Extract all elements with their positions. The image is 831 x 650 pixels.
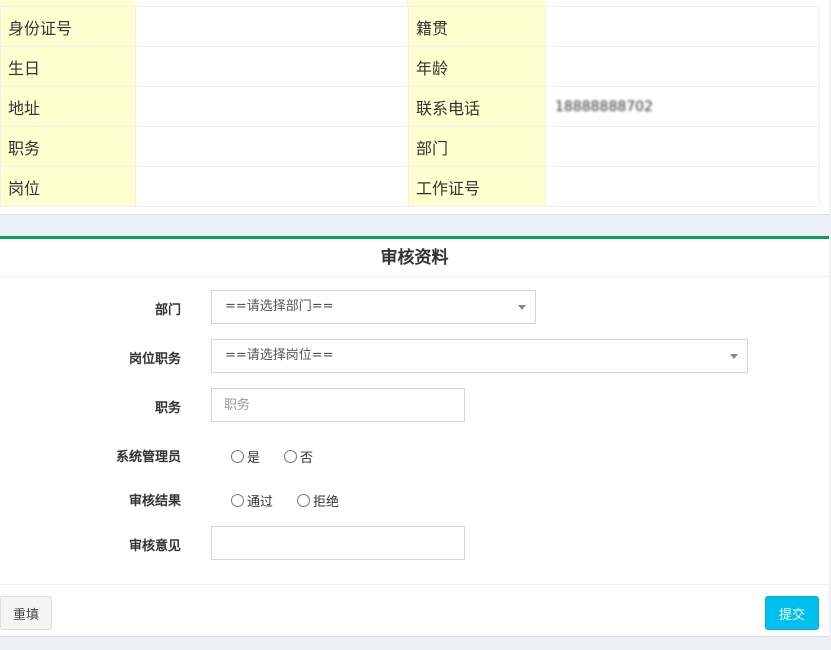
radio-circle-icon[interactable] — [231, 450, 244, 463]
result-label: 审核结果 — [128, 494, 181, 509]
position-select-label: 岗位职务 — [128, 352, 181, 367]
sysadmin-label: 系统管理员 — [115, 450, 181, 465]
result-reject-label: 拒绝 — [313, 495, 340, 510]
age-label: 年龄 — [408, 46, 546, 87]
id-number-value — [135, 6, 409, 47]
phone-value: 18888888702 — [545, 86, 820, 127]
phone-label: 联系电话 — [408, 86, 546, 127]
radio-circle-icon[interactable] — [231, 494, 244, 507]
audit-header: 审核资料 — [0, 239, 829, 277]
opinion-label: 审核意见 — [128, 539, 181, 554]
work-id-label: 工作证号 — [408, 166, 546, 207]
reset-button[interactable]: 重填 — [0, 596, 52, 630]
department-selected-value: ==请选择部门== — [225, 299, 334, 314]
age-value — [545, 46, 820, 87]
phone-number: 18888888702 — [555, 98, 653, 115]
chevron-down-icon — [518, 305, 526, 310]
form-footer-divider — [0, 584, 829, 585]
table-row: 职务 部门 — [0, 126, 820, 167]
post-label: 岗位 — [0, 166, 136, 207]
result-radio-group: 通过 拒绝 — [231, 491, 363, 510]
sysadmin-yes-radio[interactable]: 是 — [231, 447, 260, 466]
sysadmin-no-label: 否 — [300, 451, 314, 466]
work-id-value — [545, 166, 820, 207]
birthday-label: 生日 — [0, 46, 136, 87]
table-row: 生日 年龄 — [0, 46, 820, 87]
department-label: 部门 — [408, 126, 546, 167]
submit-button[interactable]: 提交 — [765, 596, 819, 630]
duty-value — [135, 126, 409, 167]
hometown-label: 籍贯 — [408, 6, 546, 47]
audit-form-card: 审核资料 部门 ==请选择部门== 岗位职务 ==请选择岗位== 职务 系统管理… — [0, 236, 829, 637]
position-select[interactable]: ==请选择岗位== — [211, 339, 748, 373]
opinion-input[interactable] — [211, 526, 465, 560]
hometown-value — [545, 6, 820, 47]
sysadmin-radio-group: 是 否 — [231, 447, 337, 466]
radio-circle-icon[interactable] — [284, 450, 298, 463]
personal-info-card: 身份证号 籍贯 生日 年龄 地址 联系电话 18888888702 职务 部门 — [0, 0, 829, 215]
sysadmin-yes-label: 是 — [247, 451, 261, 466]
table-row: 身份证号 籍贯 — [0, 6, 820, 47]
department-select-label: 部门 — [154, 303, 181, 318]
id-number-label: 身份证号 — [0, 6, 136, 47]
sysadmin-no-radio[interactable]: 否 — [284, 447, 313, 466]
duty-input-label: 职务 — [154, 401, 181, 416]
chevron-down-icon — [730, 354, 738, 359]
position-selected-value: ==请选择岗位== — [225, 348, 334, 363]
address-value — [135, 86, 409, 127]
duty-input[interactable] — [211, 388, 465, 422]
result-approve-label: 通过 — [247, 495, 274, 510]
department-select[interactable]: ==请选择部门== — [211, 290, 536, 324]
result-reject-radio[interactable]: 拒绝 — [297, 491, 339, 510]
address-label: 地址 — [0, 86, 136, 127]
birthday-value — [135, 46, 409, 87]
personal-info-table: 身份证号 籍贯 生日 年龄 地址 联系电话 18888888702 职务 部门 — [0, 6, 820, 207]
post-value — [135, 166, 409, 207]
radio-circle-icon[interactable] — [297, 494, 311, 507]
table-row: 地址 联系电话 18888888702 — [0, 86, 820, 127]
department-value — [545, 126, 820, 167]
duty-label: 职务 — [0, 126, 136, 167]
result-approve-radio[interactable]: 通过 — [231, 491, 273, 510]
audit-title: 审核资料 — [380, 248, 449, 268]
table-row: 岗位 工作证号 — [0, 166, 820, 207]
